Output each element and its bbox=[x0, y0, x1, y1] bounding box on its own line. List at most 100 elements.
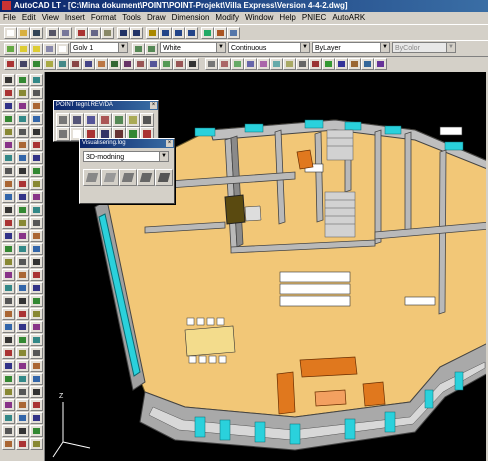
circle-icon[interactable] bbox=[283, 58, 296, 70]
left-tool-0-22-icon[interactable] bbox=[2, 360, 15, 372]
left-tool-2-13-icon[interactable] bbox=[30, 243, 43, 255]
left-tool-2-4-icon[interactable] bbox=[30, 126, 43, 138]
left-tool-0-4-icon[interactable] bbox=[2, 126, 15, 138]
designcenter-icon[interactable] bbox=[214, 27, 227, 39]
left-tool-1-12-icon[interactable] bbox=[16, 230, 29, 242]
left-tool-2-2-icon[interactable] bbox=[30, 100, 43, 112]
polyline-icon[interactable] bbox=[231, 58, 244, 70]
left-tool-2-3-icon[interactable] bbox=[30, 113, 43, 125]
ellipse-icon[interactable] bbox=[309, 58, 322, 70]
left-tool-2-21-icon[interactable] bbox=[30, 347, 43, 359]
pan-icon[interactable] bbox=[146, 27, 159, 39]
left-tool-2-25-icon[interactable] bbox=[30, 399, 43, 411]
point-palette[interactable]: POINT tegnl.REV/DA × bbox=[53, 100, 159, 142]
gouraud-shade-icon[interactable] bbox=[137, 169, 155, 186]
print-icon[interactable] bbox=[46, 27, 59, 39]
left-tool-2-18-icon[interactable] bbox=[30, 308, 43, 320]
left-tool-0-19-icon[interactable] bbox=[2, 321, 15, 333]
visualization-palette-title[interactable]: Visualisering.log × bbox=[80, 139, 174, 148]
layer-previous-icon[interactable] bbox=[145, 43, 158, 55]
zoom-icon[interactable] bbox=[159, 27, 172, 39]
array-icon[interactable] bbox=[56, 58, 69, 70]
mtext-icon[interactable] bbox=[374, 58, 387, 70]
chamfer-icon[interactable] bbox=[160, 58, 173, 70]
menu-dimension[interactable]: Dimension bbox=[169, 12, 213, 24]
left-tool-1-8-icon[interactable] bbox=[16, 178, 29, 190]
close-icon[interactable]: × bbox=[150, 102, 157, 109]
left-tool-1-14-icon[interactable] bbox=[16, 256, 29, 268]
left-tool-1-17-icon[interactable] bbox=[16, 295, 29, 307]
cut-icon[interactable] bbox=[75, 27, 88, 39]
left-tool-0-17-icon[interactable] bbox=[2, 295, 15, 307]
left-tool-2-5-icon[interactable] bbox=[30, 139, 43, 151]
left-tool-0-2-icon[interactable] bbox=[2, 100, 15, 112]
menu-insert[interactable]: Insert bbox=[62, 12, 88, 24]
menu-view[interactable]: View bbox=[39, 12, 62, 24]
left-tool-0-1-icon[interactable] bbox=[2, 87, 15, 99]
left-tool-0-8-icon[interactable] bbox=[2, 178, 15, 190]
menu-modify[interactable]: Modify bbox=[212, 12, 242, 24]
preview-icon[interactable] bbox=[59, 27, 72, 39]
left-tool-0-7-icon[interactable] bbox=[2, 165, 15, 177]
render-mode-select[interactable]: 3D-modning ▼ bbox=[83, 151, 169, 162]
visualization-palette[interactable]: Visualisering.log × 3D-modning ▼ bbox=[79, 138, 175, 204]
left-tool-0-27-icon[interactable] bbox=[2, 425, 15, 437]
close-icon[interactable]: × bbox=[166, 140, 173, 147]
flat-shade-icon[interactable] bbox=[119, 169, 137, 186]
line-icon[interactable] bbox=[205, 58, 218, 70]
mirror-icon[interactable] bbox=[30, 58, 43, 70]
left-tool-1-23-icon[interactable] bbox=[16, 373, 29, 385]
left-tool-2-16-icon[interactable] bbox=[30, 282, 43, 294]
rotate-icon[interactable] bbox=[82, 58, 95, 70]
left-tool-2-7-icon[interactable] bbox=[30, 165, 43, 177]
left-tool-0-3-icon[interactable] bbox=[2, 113, 15, 125]
left-tool-0-21-icon[interactable] bbox=[2, 347, 15, 359]
left-tool-1-10-icon[interactable] bbox=[16, 204, 29, 216]
left-tool-2-1-icon[interactable] bbox=[30, 87, 43, 99]
stair-tool-icon[interactable] bbox=[112, 113, 126, 127]
left-tool-1-0-icon[interactable] bbox=[16, 74, 29, 86]
left-tool-1-24-icon[interactable] bbox=[16, 386, 29, 398]
left-tool-2-0-icon[interactable] bbox=[30, 74, 43, 86]
copy-icon[interactable] bbox=[88, 27, 101, 39]
left-tool-1-6-icon[interactable] bbox=[16, 152, 29, 164]
left-tool-1-13-icon[interactable] bbox=[16, 243, 29, 255]
left-tool-1-21-icon[interactable] bbox=[16, 347, 29, 359]
section-tool-icon[interactable] bbox=[56, 127, 70, 141]
furniture-tool-icon[interactable] bbox=[126, 113, 140, 127]
properties-icon[interactable] bbox=[201, 27, 214, 39]
help-icon[interactable] bbox=[227, 27, 240, 39]
menu-tools[interactable]: Tools bbox=[119, 12, 144, 24]
left-tool-2-6-icon[interactable] bbox=[30, 152, 43, 164]
menu-edit[interactable]: Edit bbox=[19, 12, 39, 24]
lineweight-dropdown[interactable]: ByLayer ▼ bbox=[312, 42, 390, 53]
left-tool-1-5-icon[interactable] bbox=[16, 139, 29, 151]
left-tool-0-15-icon[interactable] bbox=[2, 269, 15, 281]
menu-help[interactable]: Help bbox=[276, 12, 298, 24]
zoom-previous-icon[interactable] bbox=[185, 27, 198, 39]
erase-icon[interactable] bbox=[4, 58, 17, 70]
explode-icon[interactable] bbox=[186, 58, 199, 70]
menu-format[interactable]: Format bbox=[88, 12, 119, 24]
left-tool-1-28-icon[interactable] bbox=[16, 438, 29, 450]
left-tool-0-20-icon[interactable] bbox=[2, 334, 15, 346]
left-tool-1-9-icon[interactable] bbox=[16, 191, 29, 203]
left-tool-0-25-icon[interactable] bbox=[2, 399, 15, 411]
left-tool-2-12-icon[interactable] bbox=[30, 230, 43, 242]
left-tool-2-14-icon[interactable] bbox=[30, 256, 43, 268]
left-tool-1-26-icon[interactable] bbox=[16, 412, 29, 424]
undo-icon[interactable] bbox=[117, 27, 130, 39]
point-palette-title[interactable]: POINT tegnl.REV/DA × bbox=[54, 101, 158, 110]
make-object-layer-current-icon[interactable] bbox=[132, 43, 145, 55]
left-tool-2-17-icon[interactable] bbox=[30, 295, 43, 307]
left-tool-2-19-icon[interactable] bbox=[30, 321, 43, 333]
rectangle-icon[interactable] bbox=[257, 58, 270, 70]
left-tool-2-11-icon[interactable] bbox=[30, 217, 43, 229]
left-tool-0-24-icon[interactable] bbox=[2, 386, 15, 398]
left-tool-0-12-icon[interactable] bbox=[2, 230, 15, 242]
left-tool-0-18-icon[interactable] bbox=[2, 308, 15, 320]
left-tool-1-20-icon[interactable] bbox=[16, 334, 29, 346]
left-tool-1-27-icon[interactable] bbox=[16, 425, 29, 437]
new-icon[interactable] bbox=[4, 27, 17, 39]
left-tool-0-28-icon[interactable] bbox=[2, 438, 15, 450]
